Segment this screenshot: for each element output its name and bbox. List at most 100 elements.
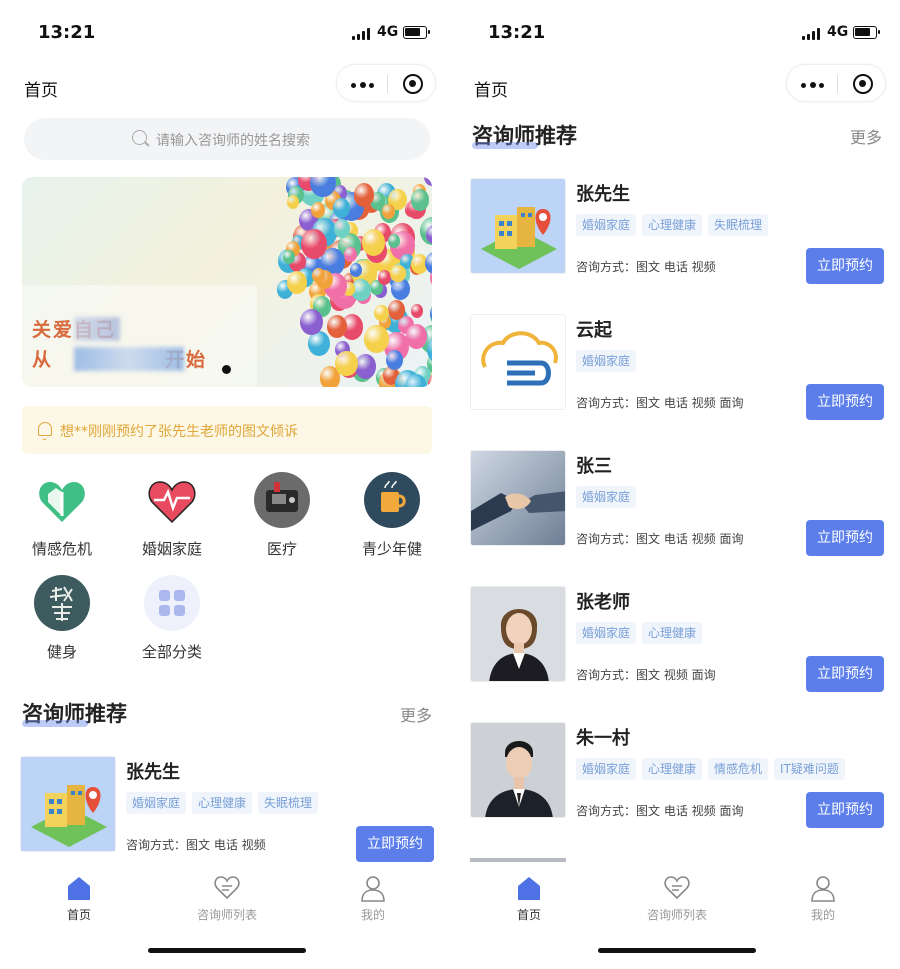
counselor-name: 张老师: [576, 592, 630, 613]
balloon: [381, 204, 395, 220]
counselor-card[interactable]: 张先生 婚姻家庭 心理健康 失眠梳理 咨询方式：图文 电话 视频 立即预约: [470, 178, 884, 284]
nav-bar: 首页: [0, 62, 450, 108]
tag-list: 婚姻家庭 心理健康 失眠梳理: [126, 792, 324, 816]
category-label: 全部分类: [141, 643, 202, 661]
heart-home-icon: [34, 472, 90, 528]
user-icon: [811, 876, 835, 902]
capsule-divider: [387, 75, 388, 93]
mini-program-capsule: [336, 64, 436, 102]
close-mini-program-icon[interactable]: [403, 74, 423, 94]
counselor-name: 云起: [576, 320, 612, 341]
nav-bar: 首页: [450, 62, 900, 108]
building-icon: [20, 756, 116, 852]
tag: 心理健康: [642, 622, 703, 644]
grid-icon: [144, 575, 200, 631]
counselor-card[interactable]: 张先生 婚姻家庭 心理健康 失眠梳理 咨询方式：图文 电话 视频 立即预约: [20, 756, 434, 862]
counselor-name: 张三: [576, 456, 612, 477]
book-now-button[interactable]: 立即预约: [806, 792, 884, 828]
tab-label: 首页: [516, 908, 541, 922]
search-input[interactable]: 请输入咨询师的姓名搜索: [24, 118, 430, 160]
category-item[interactable]: 健身: [12, 575, 112, 665]
counselor-list-screen: 13:21 4G 首页 咨询师推荐 更多 张先生 婚姻家庭 心理健康 失眠梳理 咨询…: [450, 0, 900, 969]
category-item[interactable]: 医疗: [232, 472, 332, 562]
book-now-button[interactable]: 立即预约: [806, 656, 884, 692]
category-label: 情感危机: [31, 540, 92, 558]
balloon: [349, 263, 362, 278]
user-icon: [361, 876, 385, 902]
balloon: [354, 354, 377, 379]
promo-banner[interactable]: 关爱自己 从开始: [22, 177, 432, 387]
portrait-man-photo: [470, 722, 566, 818]
tag-list: 婚姻家庭 心理健康 情感危机 IT疑难问题: [576, 758, 851, 782]
consult-modes: 咨询方式：图文 电话 视频 面询: [576, 532, 744, 546]
balloon: [287, 195, 300, 210]
banner-indicator-dot: [222, 365, 231, 374]
home-indicator: [598, 948, 756, 953]
balloon: [343, 246, 357, 263]
balloon: [311, 268, 325, 284]
more-menu-icon[interactable]: [351, 82, 377, 88]
home-screen: 13:21 4G 首页 请输入咨询师的姓名搜索 关爱自己 从开始 想**刚刚预约…: [0, 0, 450, 969]
counselor-card[interactable]: 张老师 婚姻家庭 心理健康 咨询方式：图文 视频 面询 立即预约: [470, 586, 884, 692]
more-menu-icon[interactable]: [801, 82, 827, 88]
category-label: 医疗: [266, 540, 297, 558]
balloon: [410, 189, 430, 212]
home-indicator: [148, 948, 306, 953]
home-icon: [518, 877, 540, 900]
consult-modes: 咨询方式：图文 电话 视频 面询: [576, 396, 744, 410]
network-type: 4G: [377, 24, 399, 40]
handshake-photo: [470, 450, 566, 546]
section-title: 咨询师推荐: [22, 698, 127, 728]
notice-text: 想**刚刚预约了张先生老师的图文倾诉: [60, 424, 298, 440]
section-header: 咨询师推荐 更多: [472, 120, 882, 154]
counselor-name: 张先生: [576, 184, 630, 205]
section-header: 咨询师推荐 更多: [22, 698, 432, 732]
counselor-card[interactable]: 朱一村 婚姻家庭 心理健康 情感危机 IT疑难问题 咨询方式：图文 电话 视频 面询 …: [470, 722, 884, 828]
status-time: 13:21: [38, 22, 96, 43]
book-now-button[interactable]: 立即预约: [806, 384, 884, 420]
status-bar: 13:21 4G: [0, 18, 450, 48]
search-placeholder: 请输入咨询师的姓名搜索: [156, 133, 310, 149]
banner-blur-mask: [74, 317, 120, 341]
balloon: [386, 350, 404, 370]
tab-bar: 首页 咨询师列表 我的: [450, 862, 900, 932]
tab-label: 咨询师列表: [196, 908, 257, 922]
balloon: [301, 228, 328, 259]
portrait-woman-photo: [470, 586, 566, 682]
balloon: [411, 304, 424, 319]
tag: 婚姻家庭: [576, 350, 637, 372]
balloon: [286, 270, 307, 294]
tag: 情感危机: [708, 758, 769, 780]
counselor-card[interactable]: 张三 婚姻家庭 咨询方式：图文 电话 视频 面询 立即预约: [470, 450, 884, 556]
tab-label: 首页: [66, 908, 91, 922]
book-now-button[interactable]: 立即预约: [806, 520, 884, 556]
search-icon: [132, 130, 147, 145]
balloon: [332, 198, 350, 218]
more-link[interactable]: 更多: [400, 702, 432, 726]
tag-list: 婚姻家庭 心理健康 失眠梳理: [576, 214, 774, 238]
page-title: 首页: [24, 81, 58, 101]
cup-icon: [364, 472, 420, 528]
category-label: 健身: [46, 643, 77, 661]
counselor-card[interactable]: 云起 婚姻家庭 咨询方式：图文 电话 视频 面询 立即预约: [470, 314, 884, 420]
mini-program-capsule: [786, 64, 886, 102]
building-icon: [470, 178, 566, 274]
tag: 心理健康: [192, 792, 253, 814]
consult-modes: 咨询方式：图文 电话 视频: [126, 838, 266, 852]
balloon: [310, 201, 325, 219]
close-mini-program-icon[interactable]: [853, 74, 873, 94]
consult-modes: 咨询方式：图文 电话 视频 面询: [576, 804, 744, 818]
category-item[interactable]: 情感危机: [12, 472, 112, 562]
balloon: [327, 314, 348, 338]
category-item[interactable]: 青少年健: [342, 472, 442, 562]
balloon: [364, 324, 389, 354]
balloon: [390, 264, 406, 283]
book-now-button[interactable]: 立即预约: [806, 248, 884, 284]
category-item[interactable]: 婚姻家庭: [122, 472, 222, 562]
book-now-button[interactable]: 立即预约: [356, 826, 434, 862]
more-link[interactable]: 更多: [850, 124, 882, 148]
section-title: 咨询师推荐: [472, 120, 577, 150]
category-item[interactable]: 全部分类: [122, 575, 222, 665]
balloon: [282, 250, 295, 265]
consult-modes: 咨询方式：图文 视频 面询: [576, 668, 716, 682]
